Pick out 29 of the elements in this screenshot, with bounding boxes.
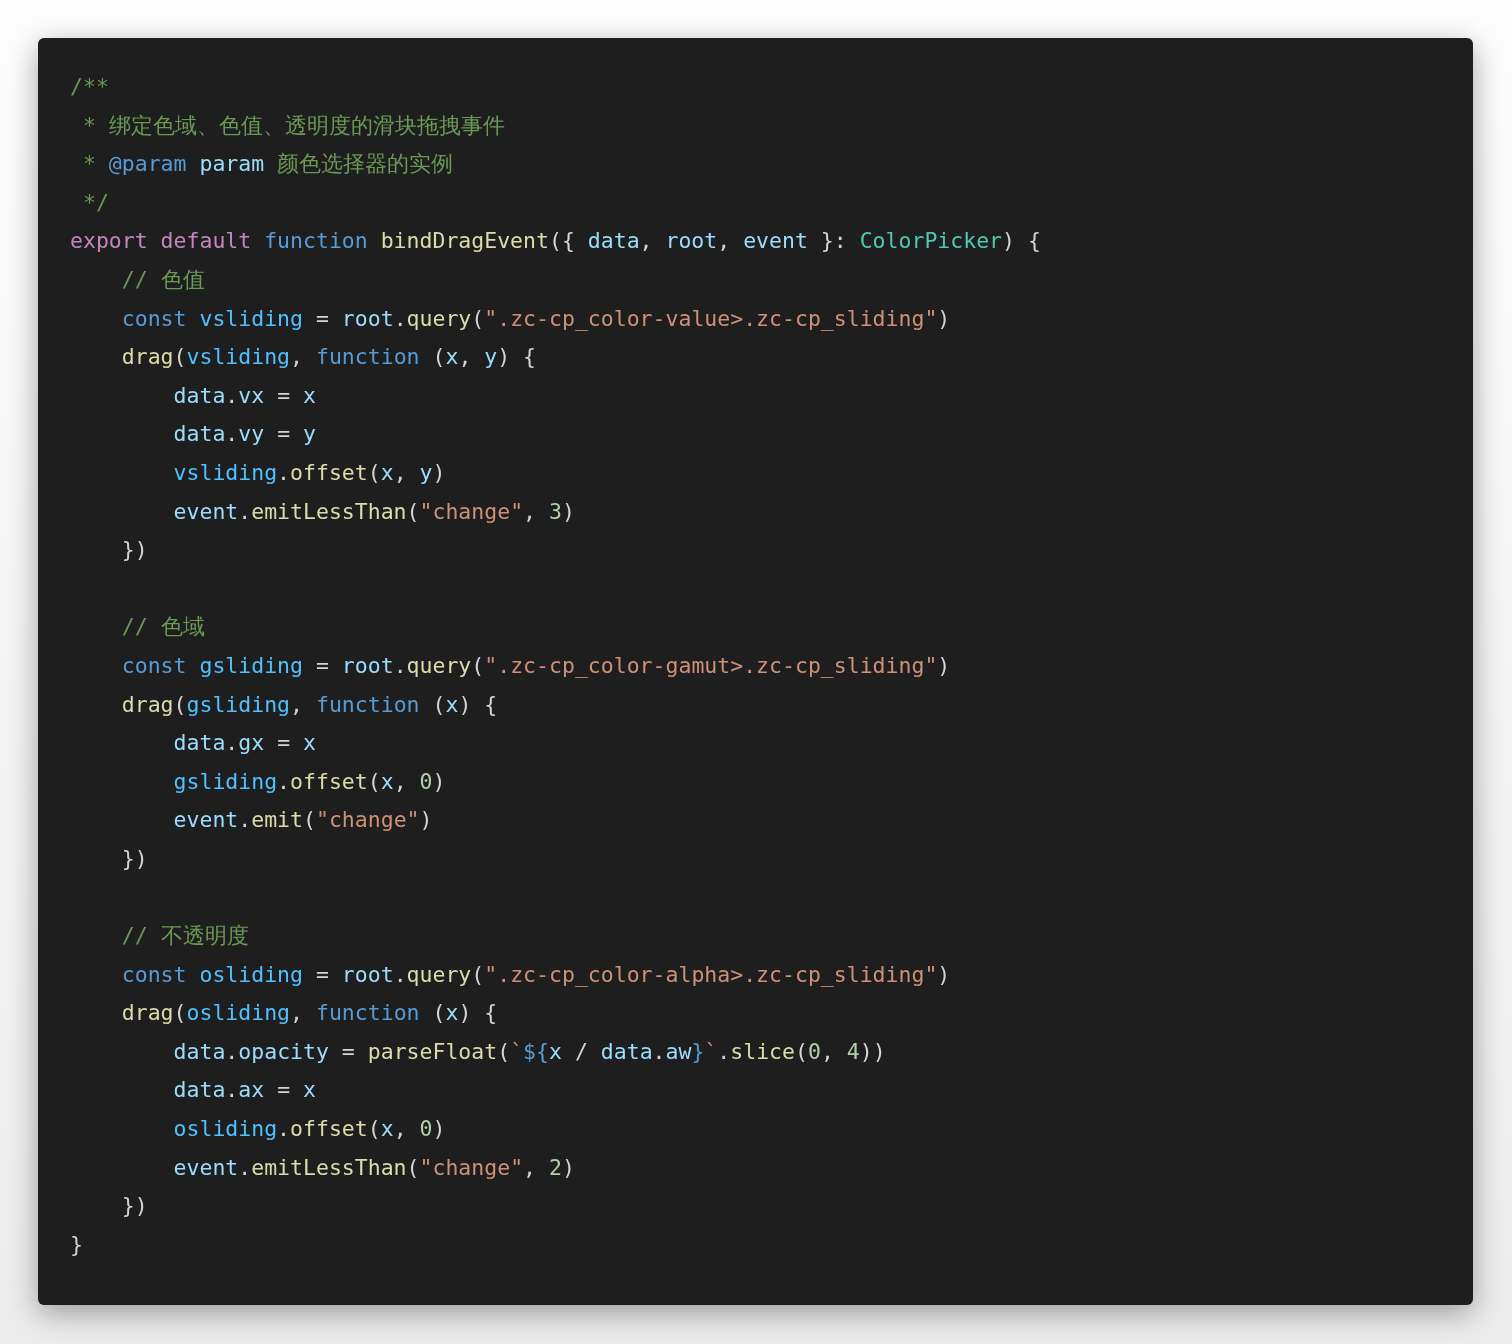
code-line: export default function bindDragEvent({ data, root, event }: ColorPicker) { <box>70 227 1041 256</box>
code-line: osliding.offset(x, 0) <box>172 1115 446 1144</box>
code-line: /** <box>70 73 109 101</box>
code-line: event.emitLessThan("change", 2) <box>172 1153 575 1182</box>
code-line: drag(gsliding, function (x) { <box>120 690 498 719</box>
code-line: // 色域 <box>120 613 205 642</box>
code-line: drag(osliding, function (x) { <box>120 999 498 1028</box>
code-line: // 色值 <box>120 265 205 294</box>
code-line: data.gx = x <box>172 729 316 758</box>
code-line: }) <box>120 844 148 873</box>
code-line: // 不透明度 <box>120 922 249 951</box>
code-line: gsliding.offset(x, 0) <box>172 767 446 796</box>
code-line: * @param param 颜色选择器的实例 <box>81 150 454 179</box>
code-line: drag(vsliding, function (x, y) { <box>120 343 537 372</box>
code-line: } <box>70 1230 83 1259</box>
code-line: event.emitLessThan("change", 3) <box>172 497 575 526</box>
code-line: }) <box>120 1192 148 1221</box>
code-line: event.emit("change") <box>172 806 433 835</box>
code-line: const gsliding = root.query(".zc-cp_color-gamut>.zc-cp_sliding") <box>120 651 951 680</box>
code-line: const vsliding = root.query(".zc-cp_color-value>.zc-cp_sliding") <box>120 304 951 333</box>
code-line: data.opacity = parseFloat(`${x / data.aw}`.slice(0, 4)) <box>172 1037 886 1066</box>
code-line: vsliding.offset(x, y) <box>172 458 446 487</box>
code-line: */ <box>81 188 109 217</box>
code-line: const osliding = root.query(".zc-cp_color-alpha>.zc-cp_sliding") <box>120 960 951 989</box>
code-line: data.vx = x <box>172 381 316 410</box>
code-line: data.ax = x <box>172 1076 316 1105</box>
code-line: data.vy = y <box>172 420 316 449</box>
code-line: }) <box>120 536 148 565</box>
code-line: * 绑定色域、色值、透明度的滑块拖拽事件 <box>81 111 505 140</box>
